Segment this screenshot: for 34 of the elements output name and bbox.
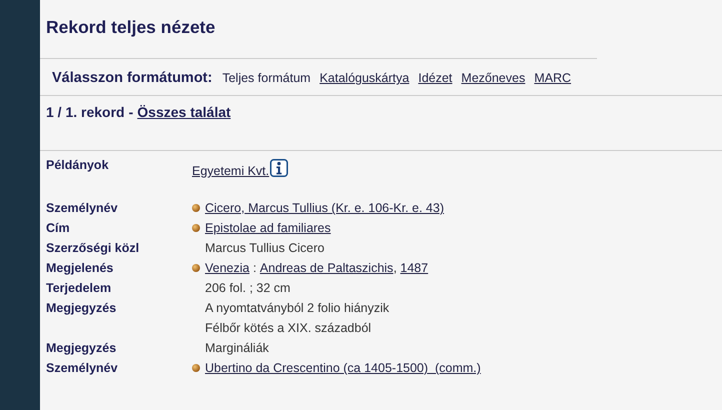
page-title: Rekord teljes nézete bbox=[46, 16, 216, 39]
field-link[interactable]: Cicero, Marcus Tullius (Kr. e. 106-Kr. e. 43) bbox=[205, 198, 444, 218]
format-option: Teljes formátum bbox=[222, 69, 311, 88]
field-value: A nyomtatványból 2 folio hiányzik bbox=[205, 300, 390, 317]
field-value: Félbőr kötés a XIX. századból bbox=[205, 320, 372, 337]
field-label: Cím bbox=[46, 221, 70, 235]
separator-text: - bbox=[128, 103, 134, 122]
field-link[interactable]: Egyetemi Kvt. bbox=[192, 161, 270, 181]
field-value: , bbox=[393, 260, 398, 277]
field-value: 206 fol. ; 32 cm bbox=[205, 280, 290, 297]
format-link[interactable]: Katalóguskártya bbox=[320, 69, 410, 88]
field-label: Megjelenés bbox=[46, 261, 114, 275]
field-link[interactable]: Andreas de Paltaszichis bbox=[260, 258, 394, 278]
field-link[interactable]: Epistolae ad familiares bbox=[205, 218, 331, 238]
field-value: Marcus Tullius Cicero bbox=[205, 240, 324, 257]
field-label: Megjegyzés bbox=[46, 341, 116, 355]
field-value: Margináliák bbox=[205, 340, 269, 357]
format-link[interactable]: Mezőneves bbox=[461, 69, 526, 88]
field-link[interactable]: Ubertino da Crescentino (ca 1405-1500) (comm.) bbox=[205, 358, 481, 378]
field-value: : bbox=[252, 260, 258, 277]
field-link[interactable]: 1487 bbox=[400, 258, 428, 278]
field-label: Személynév bbox=[46, 201, 118, 215]
format-link[interactable]: Idézet bbox=[418, 69, 452, 88]
all-results-link[interactable]: Összes találat bbox=[137, 102, 231, 123]
format-label: Válasszon formátumot: bbox=[52, 69, 212, 88]
field-label: Példányok bbox=[46, 158, 109, 172]
record-position: 1 / 1. rekord bbox=[46, 103, 125, 122]
field-label: Szerzőségi közl bbox=[46, 241, 140, 255]
info-icon[interactable] bbox=[270, 159, 288, 177]
field-label: Megjegyzés bbox=[46, 301, 116, 315]
field-label: Terjedelem bbox=[46, 281, 112, 295]
field-link[interactable]: Venezia bbox=[205, 258, 250, 278]
format-link[interactable]: MARC bbox=[534, 69, 572, 88]
field-label: Személynév bbox=[46, 361, 118, 375]
